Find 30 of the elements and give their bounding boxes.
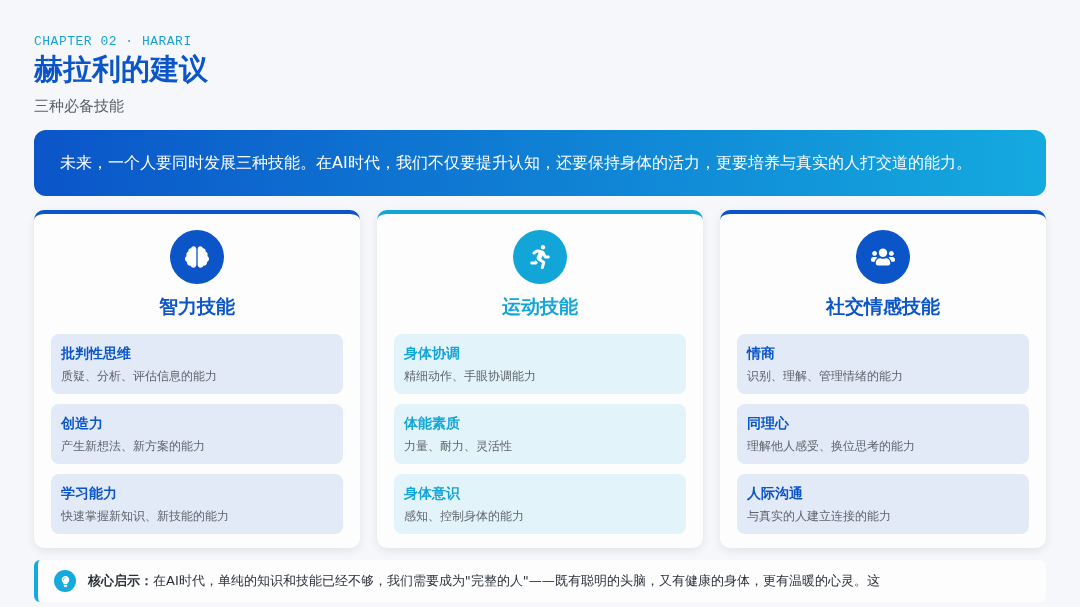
skill-description: 与真实的人建立连接的能力 — [747, 509, 892, 524]
skill-name: 学习能力 — [61, 485, 118, 503]
skill-description: 产生新想法、新方案的能力 — [61, 439, 206, 454]
skill-description: 快速掌握新知识、新技能的能力 — [61, 509, 230, 524]
skill-name: 情商 — [747, 345, 776, 363]
running-person-icon — [513, 230, 567, 284]
insight-text: 核心启示：在AI时代，单纯的知识和技能已经不够，我们需要成为"完整的人"——既有聪明的头脑，又有健康的身体，更有温暖的心灵。这 — [88, 572, 880, 590]
skill-description: 质疑、分析、评估信息的能力 — [61, 369, 218, 384]
skill-description: 识别、理解、管理情绪的能力 — [747, 369, 904, 384]
brain-icon — [170, 230, 224, 284]
skill-name: 同理心 — [747, 415, 790, 433]
page-subtitle: 三种必备技能 — [34, 97, 125, 116]
skill-name: 批判性思维 — [61, 345, 132, 363]
skill-name: 身体协调 — [404, 345, 461, 363]
people-group-icon — [856, 230, 910, 284]
skill-description: 精细动作、手眼协调能力 — [404, 369, 537, 384]
skill-description: 力量、耐力、灵活性 — [404, 439, 513, 454]
skill-description: 理解他人感受、换位思考的能力 — [747, 439, 916, 454]
chapter-label: CHAPTER 02 · HARARI — [34, 34, 193, 49]
card-title: 社交情感技能 — [826, 294, 940, 319]
card-title: 运动技能 — [502, 294, 578, 319]
summary-banner: 未来，一个人要同时发展三种技能。在AI时代，我们不仅要提升认知，还要保持身体的活力，更要培养与真实的人打交道的能力。 — [34, 130, 1046, 196]
skill-name: 人际沟通 — [747, 485, 804, 503]
card-title: 智力技能 — [159, 294, 235, 319]
skill-name: 身体意识 — [404, 485, 461, 503]
skill-description: 感知、控制身体的能力 — [404, 509, 525, 524]
skill-name: 创造力 — [61, 415, 104, 433]
page-title: 赫拉利的建议 — [34, 51, 209, 87]
skill-name: 体能素质 — [404, 415, 461, 433]
lightbulb-icon — [54, 570, 76, 592]
